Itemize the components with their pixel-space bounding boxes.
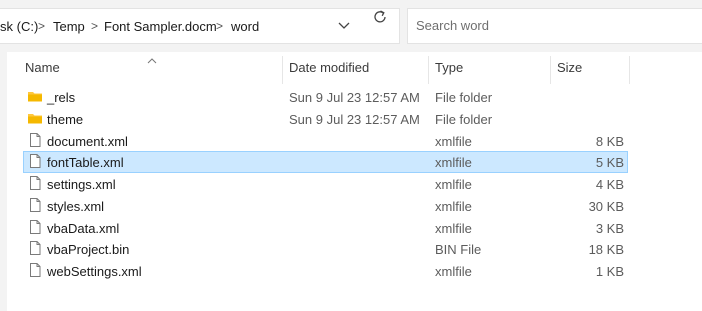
breadcrumb-drive[interactable]: sk (C:) (0, 19, 38, 34)
refresh-icon[interactable] (370, 6, 390, 33)
file-row[interactable]: webSettings.xml xmlfile 1 KB (23, 260, 628, 282)
file-size: 30 KB (588, 198, 624, 214)
file-type: File folder (435, 90, 493, 105)
chevron-down-icon[interactable] (336, 17, 352, 38)
file-row[interactable]: fontTable.xml xmlfile 5 KB (23, 151, 628, 174)
column-divider[interactable] (428, 56, 429, 84)
file-size: 3 KB (595, 220, 624, 236)
file-row[interactable]: vbaProject.bin BIN File 18 KB (23, 238, 628, 260)
breadcrumb-word[interactable]: word (231, 19, 259, 34)
folder-icon (27, 88, 43, 107)
breadcrumb-separator[interactable]: > (38, 19, 45, 33)
file-size: 4 KB (595, 177, 624, 192)
breadcrumb-font-sampler[interactable]: Font Sampler.docm (104, 19, 217, 34)
column-divider[interactable] (282, 56, 283, 84)
file-size: 1 KB (595, 264, 624, 279)
file-date-modified: Sun 9 Jul 23 12:57 AM (289, 90, 420, 105)
file-row[interactable]: theme Sun 9 Jul 23 12:57 AM File folder (23, 108, 628, 130)
file-row[interactable]: document.xml xmlfile 8 KB (23, 130, 628, 152)
file-name: vbaData.xml (47, 220, 120, 236)
file-type: BIN File (435, 242, 482, 258)
breadcrumb-separator[interactable]: > (91, 19, 98, 33)
file-type: xmlfile (435, 220, 472, 236)
file-icon (27, 262, 43, 281)
file-date-modified: Sun 9 Jul 23 12:57 AM (289, 111, 420, 127)
file-row[interactable]: settings.xml xmlfile 4 KB (23, 173, 628, 195)
file-row[interactable]: styles.xml xmlfile 30 KB (23, 195, 628, 217)
sort-ascending-icon (147, 52, 157, 70)
file-name: theme (47, 111, 84, 127)
folder-icon (27, 110, 43, 129)
file-type: File folder (435, 111, 493, 127)
file-name: styles.xml (47, 198, 105, 214)
column-header-date-modified[interactable]: Date modified (289, 60, 369, 75)
file-name: _rels (47, 90, 76, 105)
file-icon (27, 240, 43, 259)
search-box[interactable] (407, 8, 702, 44)
file-type: xmlfile (435, 177, 472, 192)
file-size: 8 KB (595, 133, 624, 149)
file-icon (27, 132, 43, 151)
column-header-size[interactable]: Size (557, 60, 582, 75)
file-type: xmlfile (435, 198, 472, 214)
file-list-pane[interactable]: Name Date modified Type Size _rels Sun 9 … (7, 52, 702, 311)
file-icon (27, 153, 43, 172)
file-name: document.xml (47, 133, 128, 149)
file-row[interactable]: vbaData.xml xmlfile 3 KB (23, 217, 628, 239)
file-type: xmlfile (435, 264, 472, 279)
column-header-name[interactable]: Name (25, 60, 60, 75)
navigation-bar: sk (C:) > Temp > Font Sampler.docm > wor… (0, 0, 702, 52)
file-size: 18 KB (588, 242, 624, 258)
file-size: 5 KB (595, 155, 624, 171)
file-icon (27, 175, 43, 194)
breadcrumb-separator[interactable]: > (216, 19, 223, 33)
file-type: xmlfile (435, 155, 472, 171)
address-bar[interactable]: sk (C:) > Temp > Font Sampler.docm > wor… (0, 8, 400, 44)
column-divider[interactable] (550, 56, 551, 84)
file-name: webSettings.xml (47, 264, 142, 279)
file-name: vbaProject.bin (47, 242, 130, 258)
file-type: xmlfile (435, 133, 472, 149)
file-icon (27, 197, 43, 216)
breadcrumb-temp[interactable]: Temp (53, 19, 85, 34)
column-header-type[interactable]: Type (435, 60, 463, 75)
file-icon (27, 219, 43, 238)
file-row[interactable]: _rels Sun 9 Jul 23 12:57 AM File folder (23, 86, 628, 108)
column-divider[interactable] (629, 56, 630, 84)
search-input[interactable] (416, 18, 686, 33)
file-name: fontTable.xml (47, 155, 124, 171)
file-name: settings.xml (47, 177, 116, 192)
